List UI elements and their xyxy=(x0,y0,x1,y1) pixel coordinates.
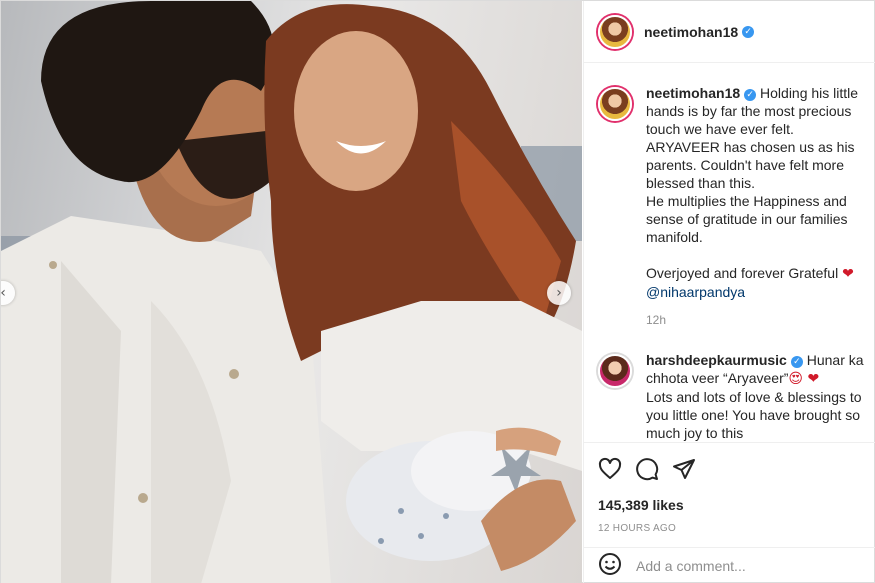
caption-author-avatar[interactable] xyxy=(598,87,632,121)
comment-emoji-icon: 😍 ❤ xyxy=(788,371,820,387)
instagram-post: ‹ › neetimohan18 ✓ neetimohan18 ✓ Holding… xyxy=(0,0,875,583)
post-timestamp[interactable]: 12 HOURS AGO xyxy=(598,523,863,534)
post-side-panel: neetimohan18 ✓ neetimohan18 ✓ Holding his… xyxy=(583,1,875,583)
next-photo-button[interactable]: › xyxy=(547,281,571,305)
heart-emoji-icon: ❤ xyxy=(842,266,854,282)
commenter-username[interactable]: harshdeepkaurmusic xyxy=(646,352,787,368)
caption-author-username[interactable]: neetimohan18 xyxy=(646,85,740,101)
comment-bubble-icon[interactable] xyxy=(635,457,659,481)
verified-badge-icon: ✓ xyxy=(742,25,755,38)
caption-text: neetimohan18 ✓ Holding his little hands i… xyxy=(646,84,868,301)
share-paper-plane-icon[interactable] xyxy=(672,457,696,481)
smile-emoji-icon[interactable] xyxy=(598,552,622,581)
likes-count[interactable]: 145,389 likes xyxy=(598,497,863,513)
author-avatar[interactable] xyxy=(598,14,632,49)
add-comment-input[interactable] xyxy=(636,558,856,574)
post-photo[interactable]: ‹ › xyxy=(1,1,582,583)
add-comment-bar xyxy=(584,547,875,583)
comments-section[interactable]: neetimohan18 ✓ Holding his little hands i… xyxy=(584,64,875,442)
commenter-verified-badge-icon: ✓ xyxy=(790,356,803,368)
mention-link[interactable]: @nihaarpandya xyxy=(646,284,745,300)
caption-verified-badge-icon: ✓ xyxy=(744,89,757,101)
comment-text: harshdeepkaurmusic ✓ Hunar ka chhota veer… xyxy=(646,351,868,442)
like-heart-icon[interactable] xyxy=(598,457,622,481)
caption-timestamp[interactable]: 12h xyxy=(646,313,868,327)
couple-with-newborn-illustration xyxy=(1,1,582,583)
caption-body: Holding his little hands is by far the m… xyxy=(646,85,859,281)
author-username[interactable]: neetimohan18 xyxy=(644,24,738,40)
comment-item: harshdeepkaurmusic ✓ Hunar ka chhota veer… xyxy=(598,351,868,442)
post-header: neetimohan18 ✓ xyxy=(584,1,875,63)
commenter-avatar[interactable] xyxy=(598,354,632,388)
comment-body: Lots and lots of love & blessings to you… xyxy=(646,389,862,441)
post-actions: 145,389 likes 12 HOURS AGO xyxy=(584,442,875,534)
post-caption: neetimohan18 ✓ Holding his little hands i… xyxy=(598,84,868,327)
